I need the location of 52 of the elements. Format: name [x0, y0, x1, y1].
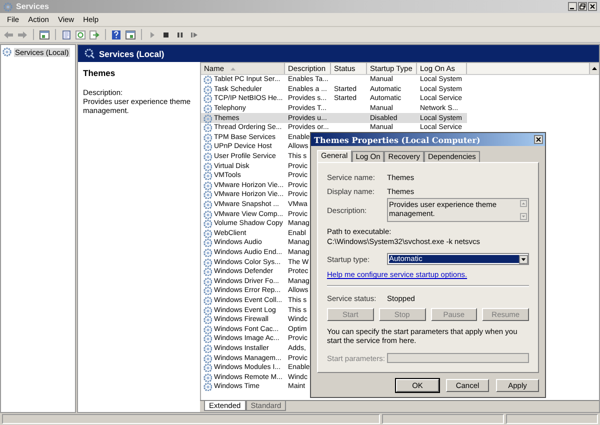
- gear-icon: [203, 200, 212, 210]
- gear-icon: [203, 180, 212, 190]
- pane-title: Services (Local): [99, 48, 164, 58]
- service-title: Themes: [83, 68, 116, 78]
- refresh-icon[interactable]: [75, 30, 86, 40]
- gear-icon: [203, 152, 212, 162]
- gear-icon: [2, 47, 12, 57]
- gear-icon: [203, 344, 212, 353]
- gear-icon: [203, 286, 212, 296]
- dropdown-arrow-icon[interactable]: [519, 254, 528, 264]
- gear-icon: [203, 104, 212, 114]
- gear-icon: [203, 75, 212, 84]
- gear-icon: [203, 363, 212, 372]
- gear-icon: [3, 2, 13, 12]
- gear-icon: [203, 132, 212, 142]
- close-icon[interactable]: [588, 2, 597, 11]
- resume-icon[interactable]: [189, 30, 200, 40]
- gear-icon: [203, 238, 212, 248]
- close-icon[interactable]: [534, 135, 543, 144]
- gear-icon: [84, 48, 95, 59]
- export-icon[interactable]: [89, 30, 100, 40]
- help-icon[interactable]: [111, 30, 122, 40]
- gear-icon: [203, 84, 212, 94]
- gear-icon: [203, 190, 212, 200]
- gear-icon: [203, 228, 212, 238]
- gear-icon: [203, 219, 212, 228]
- gear-icon: [203, 334, 212, 344]
- gear-icon: [203, 324, 212, 334]
- gear-icon: [203, 114, 212, 123]
- gear-icon: [203, 382, 212, 392]
- gear-icon: [203, 171, 212, 180]
- gear-icon: [203, 306, 212, 315]
- restore-icon[interactable]: [578, 2, 587, 11]
- gear-icon: [203, 315, 212, 324]
- gear-icon: [203, 354, 212, 363]
- minimize-icon[interactable]: [568, 2, 577, 11]
- gear-icon: [203, 94, 212, 104]
- gear-icon: [203, 296, 212, 305]
- sort-arrow-icon: [230, 66, 236, 70]
- gear-icon: [203, 210, 212, 219]
- gear-icon: [203, 267, 212, 276]
- gear-icon: [203, 276, 212, 286]
- gear-icon: [203, 123, 212, 132]
- gear-icon: [203, 162, 212, 171]
- gear-icon: [203, 372, 212, 382]
- gear-icon: [203, 142, 212, 152]
- gear-icon: [203, 258, 212, 267]
- gear-icon: [203, 248, 212, 257]
- scroll-up-icon[interactable]: [591, 65, 598, 72]
- window-title: Services: [16, 2, 49, 11]
- dialog-title: Themes Properties (Local Computer): [314, 134, 480, 144]
- document-icon[interactable]: [61, 30, 72, 40]
